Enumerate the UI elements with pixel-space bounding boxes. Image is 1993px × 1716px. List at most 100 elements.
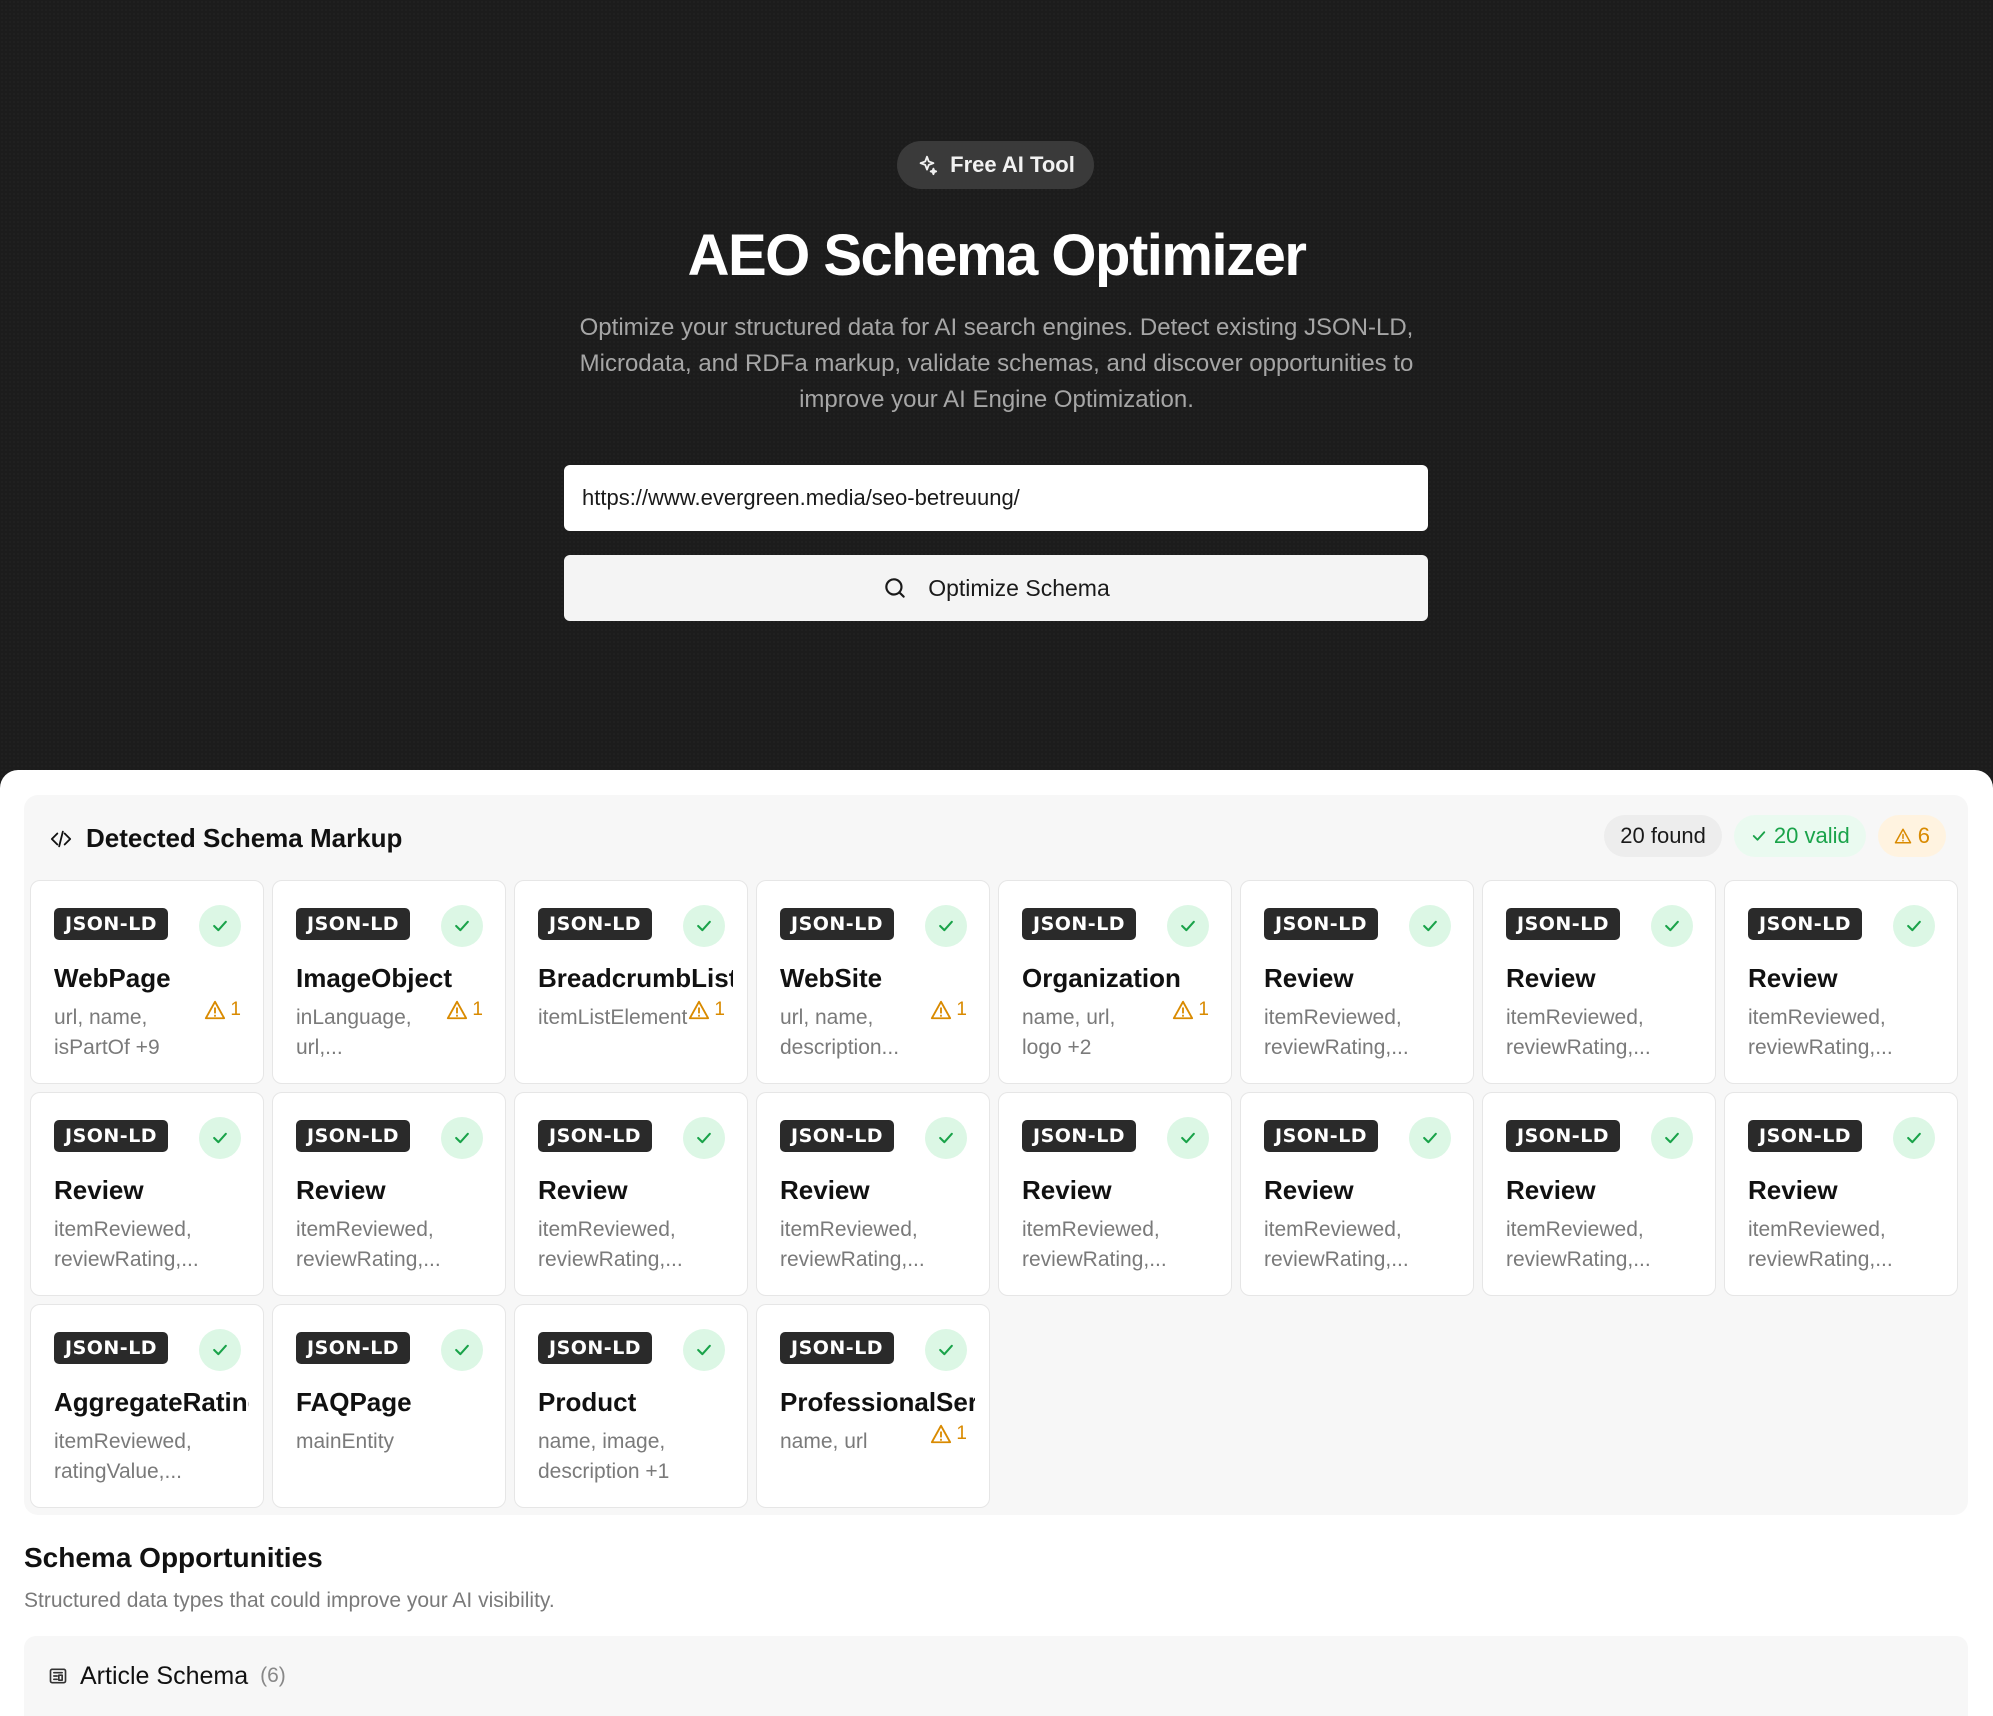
badge-label: Free AI Tool <box>950 152 1075 177</box>
schema-card[interactable]: JSON-LD Review itemReviewed, reviewRating,.… <box>998 1092 1232 1296</box>
warning-indicator: 1 <box>1172 999 1209 1021</box>
check-icon <box>697 1344 711 1356</box>
schema-card[interactable]: JSON-LD ImageObject inLanguage, url,... 1 <box>272 880 506 1084</box>
check-icon <box>1752 831 1766 841</box>
properties-line: reviewRating,... <box>296 1248 441 1271</box>
schema-card[interactable]: JSON-LD Review itemReviewed, reviewRating,.… <box>1482 1092 1716 1296</box>
properties-line: url, name, <box>780 1006 874 1029</box>
url-input[interactable] <box>564 465 1428 531</box>
properties-line: itemReviewed, <box>1506 1218 1644 1241</box>
properties-line: reviewRating,... <box>538 1248 683 1271</box>
schema-properties: name, image, description +1 <box>538 1427 728 1487</box>
opportunities-subtitle: Structured data types that could improve… <box>24 1589 555 1612</box>
format-tag: JSON-LD <box>296 1332 411 1364</box>
warning-count: 1 <box>956 999 967 1020</box>
valid-status-indicator <box>441 1117 483 1159</box>
warning-indicator: 1 <box>688 999 725 1021</box>
opportunity-item-article-schema[interactable]: Article Schema (6) <box>24 1636 1968 1716</box>
properties-line: inLanguage, <box>296 1006 412 1029</box>
schema-card[interactable]: JSON-LD Review itemReviewed, reviewRating,.… <box>514 1092 748 1296</box>
properties-line: itemReviewed, <box>1748 1218 1886 1241</box>
schema-type: Product <box>538 1387 637 1417</box>
schema-card[interactable]: JSON-LD Review itemReviewed, reviewRating,.… <box>1724 880 1958 1084</box>
warning-indicator: 1 <box>204 999 241 1021</box>
check-icon <box>1665 1132 1679 1144</box>
schema-type: Organization <box>1022 963 1181 993</box>
alert-triangle-icon <box>447 1000 468 1020</box>
schema-type: Review <box>1264 963 1354 993</box>
schema-type: WebSite <box>780 963 883 993</box>
properties-line: itemReviewed, <box>1264 1218 1402 1241</box>
schema-card[interactable]: JSON-LD Review itemReviewed, reviewRating,.… <box>30 1092 264 1296</box>
properties-line: name, url, <box>1022 1006 1116 1029</box>
properties-line: itemReviewed, <box>780 1218 918 1241</box>
schema-properties: itemReviewed, reviewRating,... <box>296 1215 486 1275</box>
valid-count-label: 20 valid <box>1773 823 1850 848</box>
schema-card[interactable]: JSON-LD AggregateRating itemReviewed, ratin… <box>30 1304 264 1508</box>
schema-card[interactable]: JSON-LD Review itemReviewed, reviewRating,.… <box>756 1092 990 1296</box>
opportunity-count: (6) <box>260 1664 286 1687</box>
detected-schema-panel: Detected Schema Markup 20 found 20 valid… <box>24 795 1968 1515</box>
schema-card[interactable]: JSON-LD WebPage url, name, isPartOf +9 1 <box>30 880 264 1084</box>
properties-line: description +1 <box>538 1460 670 1483</box>
check-icon <box>1423 1132 1437 1144</box>
valid-status-indicator <box>441 1329 483 1371</box>
valid-status-indicator <box>199 1117 241 1159</box>
page-title: AEO Schema Optimizer <box>687 223 1307 288</box>
schema-type: ImageObject <box>296 963 453 993</box>
properties-line: mainEntity <box>296 1430 395 1453</box>
valid-status-indicator <box>199 1329 241 1371</box>
check-icon <box>939 920 953 932</box>
schema-card[interactable]: JSON-LD Review itemReviewed, reviewRating,.… <box>272 1092 506 1296</box>
schema-card[interactable]: JSON-LD Organization name, url, logo +2 1 <box>998 880 1232 1084</box>
schema-type: Review <box>296 1175 386 1205</box>
optimize-schema-button[interactable]: Optimize Schema <box>564 555 1428 621</box>
hero-section: Free AI Tool AEO Schema Optimizer Optimi… <box>0 0 1993 790</box>
properties-line: name, image, <box>538 1430 666 1453</box>
warning-count-label: 6 <box>1917 823 1930 848</box>
alert-triangle-icon <box>931 1000 952 1020</box>
schema-counts: 20 found 20 valid 6 <box>1604 815 1946 857</box>
properties-line: logo +2 <box>1022 1036 1092 1059</box>
search-icon <box>885 578 905 598</box>
schema-card[interactable]: JSON-LD Review itemReviewed, reviewRating,.… <box>1724 1092 1958 1296</box>
check-icon <box>697 920 711 932</box>
check-icon <box>1665 920 1679 932</box>
schema-card[interactable]: JSON-LD Product name, image, description +1 <box>514 1304 748 1508</box>
schema-card[interactable]: JSON-LD BreadcrumbList itemListElement 1 <box>514 880 748 1084</box>
format-tag: JSON-LD <box>1506 1120 1621 1152</box>
schema-card[interactable]: JSON-LD FAQPage mainEntity <box>272 1304 506 1508</box>
properties-line: isPartOf +9 <box>54 1036 160 1059</box>
properties-line: reviewRating,... <box>1748 1036 1893 1059</box>
schema-properties: itemReviewed, reviewRating,... <box>54 1215 244 1275</box>
check-icon <box>213 1344 227 1356</box>
properties-line: ratingValue,... <box>54 1460 183 1483</box>
schema-properties: mainEntity <box>296 1427 486 1457</box>
properties-line: reviewRating,... <box>1022 1248 1167 1271</box>
properties-line: url, name, <box>54 1006 148 1029</box>
schema-type: Review <box>1506 1175 1596 1205</box>
found-count-badge: 20 found <box>1604 815 1722 857</box>
schema-properties: itemReviewed, reviewRating,... <box>1264 1215 1454 1275</box>
warning-indicator: 1 <box>930 1423 967 1445</box>
schema-card[interactable]: JSON-LD Review itemReviewed, reviewRating,.… <box>1482 880 1716 1084</box>
check-icon <box>455 1132 469 1144</box>
schema-card[interactable]: JSON-LD WebSite url, name, description... 1 <box>756 880 990 1084</box>
properties-line: itemReviewed, <box>1264 1006 1402 1029</box>
schema-properties: url, name, isPartOf +9 <box>54 1003 204 1063</box>
optimize-button-label: Optimize Schema <box>928 574 1110 601</box>
warning-count: 1 <box>956 1423 967 1444</box>
properties-line: reviewRating,... <box>780 1248 925 1271</box>
schema-card[interactable]: JSON-LD ProfessionalService name, url 1 <box>756 1304 990 1508</box>
sparkles-icon <box>919 155 938 176</box>
schema-card[interactable]: JSON-LD Review itemReviewed, reviewRating,.… <box>1240 880 1474 1084</box>
format-tag: JSON-LD <box>538 1332 653 1364</box>
schema-card[interactable]: JSON-LD Review itemReviewed, reviewRating,.… <box>1240 1092 1474 1296</box>
properties-line: reviewRating,... <box>1506 1248 1651 1271</box>
alert-triangle-icon <box>931 1424 952 1444</box>
valid-status-indicator <box>1893 1117 1935 1159</box>
format-tag: JSON-LD <box>54 1120 169 1152</box>
schema-type: Review <box>780 1175 870 1205</box>
format-tag: JSON-LD <box>1264 908 1379 940</box>
check-icon <box>213 1132 227 1144</box>
